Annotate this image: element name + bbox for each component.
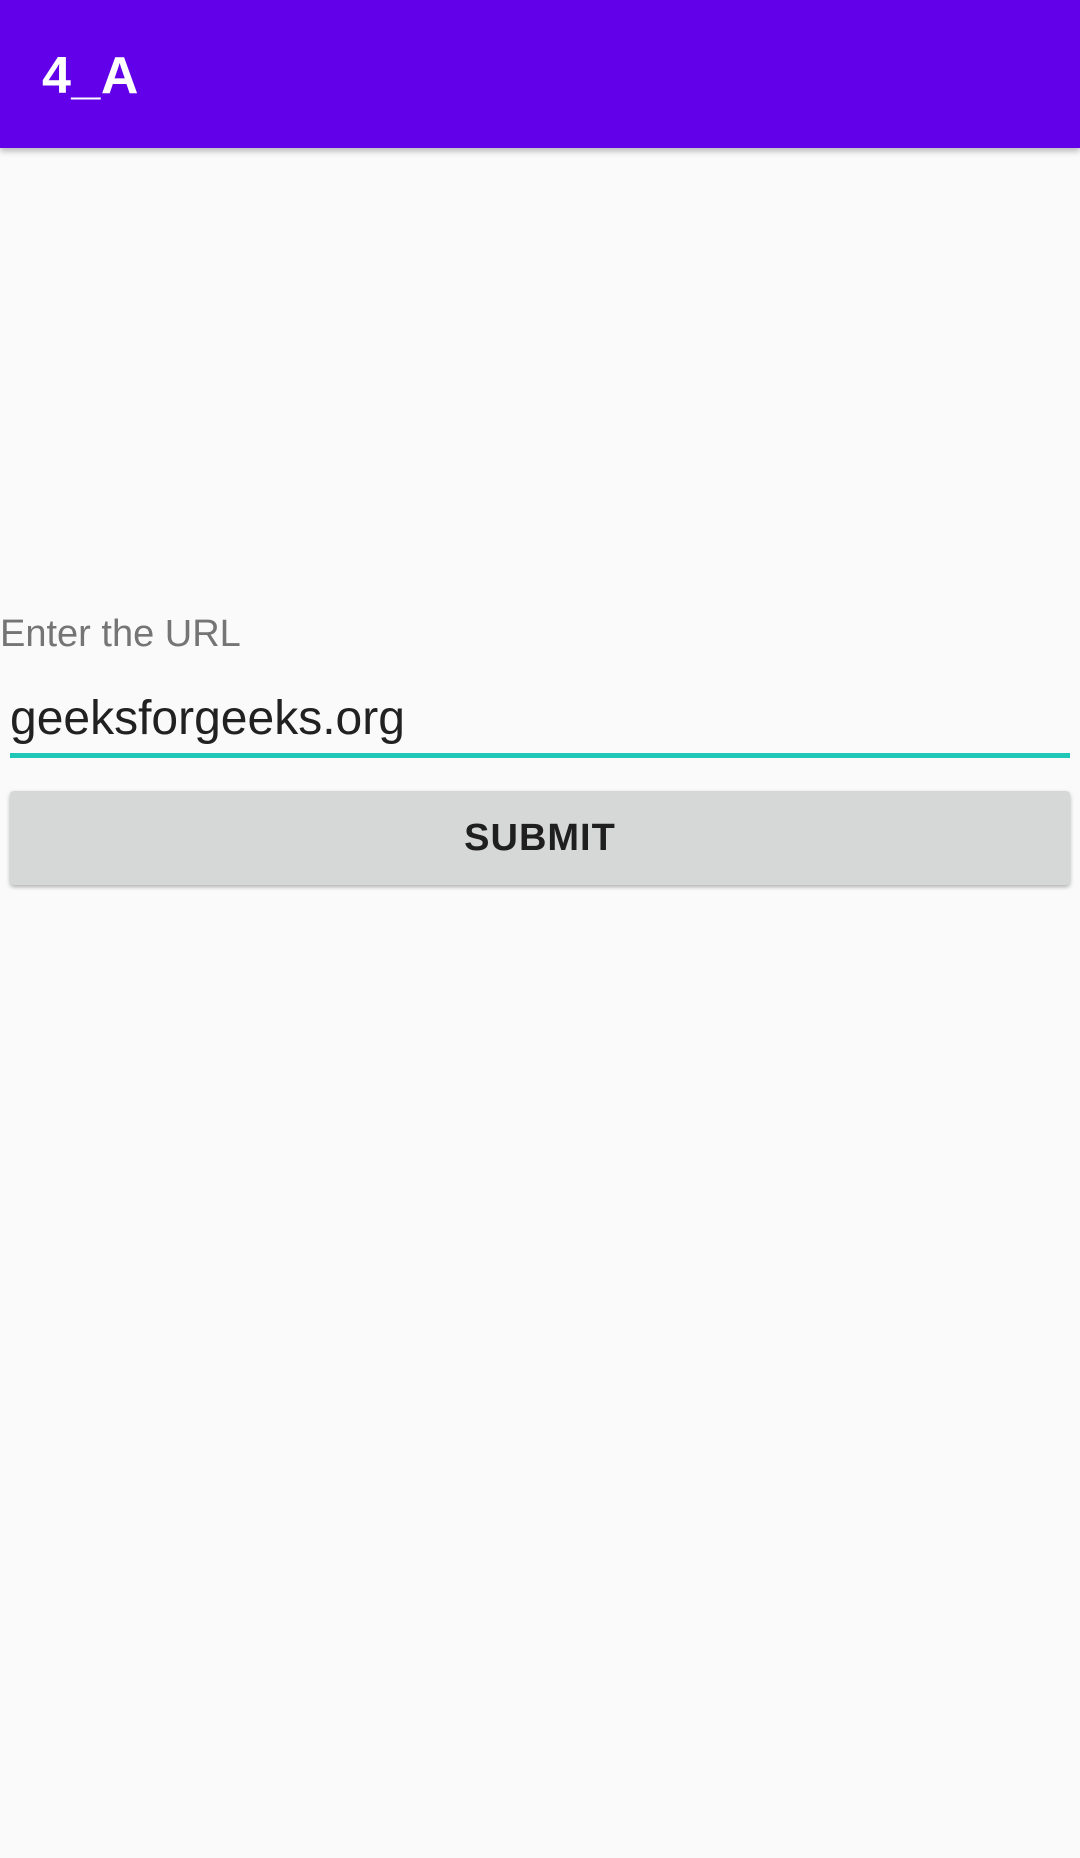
- submit-label: SUBMIT: [464, 816, 616, 859]
- app-title: 4_A: [42, 47, 139, 105]
- submit-button[interactable]: SUBMIT: [10, 791, 1070, 885]
- url-field[interactable]: [10, 686, 1070, 758]
- app-bar: 4_A: [0, 0, 1080, 148]
- url-input[interactable]: [10, 686, 1070, 752]
- url-input-underline: [10, 753, 1070, 758]
- screen: 4_A Enter the URL SUBMIT: [0, 0, 1080, 1858]
- url-label: Enter the URL: [0, 613, 241, 655]
